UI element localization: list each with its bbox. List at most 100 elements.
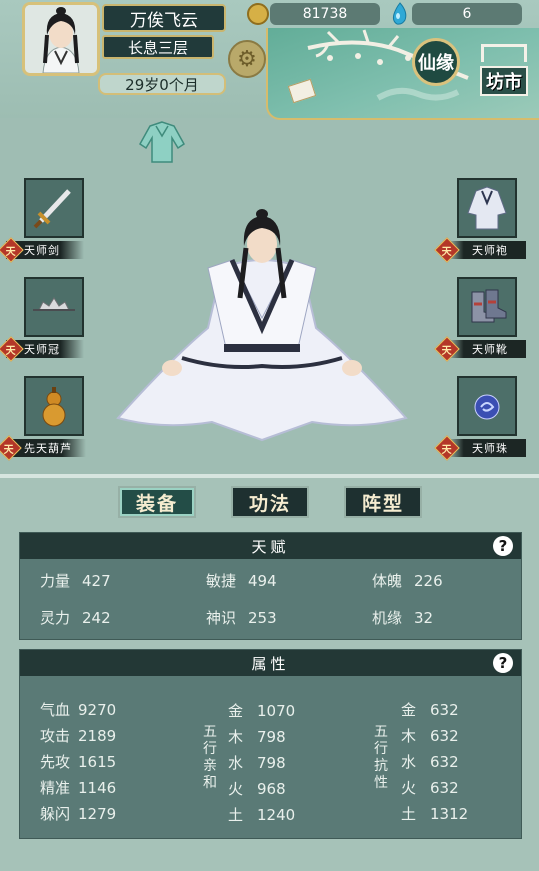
fashion-robe-icon[interactable] — [136, 118, 188, 164]
element-name: 火 — [228, 780, 244, 798]
equip-slot-gourd[interactable] — [24, 376, 84, 436]
resist-stat: 木 632 — [401, 725, 459, 746]
market-button[interactable]: 坊市 — [475, 44, 533, 96]
robe-icon — [467, 186, 507, 230]
element-name: 金 — [401, 701, 417, 719]
tab-formation[interactable]: 阵型 — [344, 486, 422, 518]
stat-value: 9270 — [78, 701, 117, 719]
equip-slot-weapon[interactable] — [24, 178, 84, 238]
element-name: 金 — [228, 702, 244, 720]
character-figure — [116, 209, 408, 442]
tab-equipment[interactable]: 装备 — [118, 486, 196, 518]
basic-stat: 攻击 2189 — [40, 725, 116, 746]
sword-icon — [33, 189, 71, 229]
stat-value: 1279 — [78, 805, 117, 823]
talent-stat: 力量 427 — [40, 570, 111, 591]
element-value: 1240 — [257, 806, 296, 824]
stat-value: 32 — [414, 609, 434, 627]
affinity-label: 五行亲和 — [203, 724, 217, 791]
gourd-icon — [42, 387, 66, 427]
attribute-title: 属性 — [251, 654, 290, 673]
stat-value: 1146 — [78, 779, 117, 797]
element-value: 1312 — [430, 805, 469, 823]
element-name: 水 — [401, 753, 417, 771]
resist-label: 五行抗性 — [374, 724, 388, 791]
badge-text: 天 — [6, 246, 16, 258]
player-name: 万俟飞云 — [102, 4, 226, 32]
stat-name: 攻击 — [40, 727, 71, 745]
stat-value: 2189 — [78, 727, 117, 745]
element-value: 632 — [430, 727, 459, 745]
element-value: 632 — [430, 779, 459, 797]
resist-stat: 土 1312 — [401, 803, 468, 824]
boots-icon — [471, 289, 507, 323]
market-roof-icon — [481, 44, 527, 62]
player-avatar[interactable] — [22, 2, 100, 76]
talent-stat: 神识 253 — [206, 607, 277, 628]
basic-stat: 气血 9270 — [40, 699, 116, 720]
equip-slot-crown[interactable] — [24, 277, 84, 337]
stat-name: 体魄 — [372, 572, 403, 590]
talent-stat: 体魄 226 — [372, 570, 443, 591]
element-name: 木 — [401, 727, 417, 745]
badge-text: 天 — [3, 444, 14, 456]
equip-slot-boots[interactable] — [457, 277, 517, 337]
element-value: 798 — [257, 754, 286, 772]
element-value: 798 — [257, 728, 286, 746]
talent-panel: 天赋 ? 力量 427 敏捷 494 体魄 226 灵力 242 神识 253 机缘 32 — [19, 532, 522, 640]
xianyuan-button[interactable]: 仙缘 — [412, 38, 460, 86]
attribute-help-icon[interactable]: ? — [493, 653, 513, 673]
basic-stat: 先攻 1615 — [40, 751, 116, 772]
badge-text: 天 — [442, 345, 452, 357]
stat-name: 机缘 — [372, 609, 403, 627]
stat-name: 气血 — [40, 701, 71, 719]
stat-value: 242 — [82, 609, 111, 627]
stat-name: 躲闪 — [40, 805, 71, 823]
stat-name: 精准 — [40, 779, 71, 797]
affinity-stat: 水 798 — [228, 752, 286, 773]
attribute-header: 属性 ? — [20, 650, 521, 676]
stat-value: 427 — [82, 572, 111, 590]
affinity-stat: 金 1070 — [228, 700, 295, 721]
stat-name: 灵力 — [40, 609, 71, 627]
basic-stat: 躲闪 1279 — [40, 803, 116, 824]
element-name: 土 — [228, 806, 244, 824]
player-age: 29岁0个月 — [98, 73, 226, 95]
cultivation-realm: 长息三层 — [102, 35, 214, 59]
talent-help-icon[interactable]: ? — [493, 536, 513, 556]
stat-name: 先攻 — [40, 753, 71, 771]
crown-icon — [33, 297, 75, 311]
affinity-stat: 土 1240 — [228, 804, 295, 825]
market-label: 坊市 — [480, 66, 528, 96]
settings-gear-icon[interactable]: ⚙ — [228, 40, 266, 78]
coin-count: 81738 — [270, 3, 380, 25]
stat-name: 敏捷 — [206, 572, 237, 590]
element-name: 土 — [401, 805, 417, 823]
orb-icon — [474, 394, 500, 420]
element-value: 632 — [430, 753, 459, 771]
affinity-stat: 火 968 — [228, 778, 286, 799]
stat-name: 神识 — [206, 609, 237, 627]
copper-coin-icon — [247, 3, 269, 25]
element-value: 1070 — [257, 702, 296, 720]
element-name: 木 — [228, 728, 244, 746]
resist-stat: 火 632 — [401, 777, 459, 798]
resist-stat: 金 632 — [401, 699, 459, 720]
equip-slot-orb[interactable] — [457, 376, 517, 436]
element-name: 水 — [228, 754, 244, 772]
avatar-portrait-icon — [25, 5, 97, 73]
stat-value: 226 — [414, 572, 443, 590]
tab-techniques[interactable]: 功法 — [231, 486, 309, 518]
element-value: 968 — [257, 780, 286, 798]
basic-stat: 精准 1146 — [40, 777, 116, 798]
badge-text: 天 — [442, 444, 452, 456]
gem-count: 6 — [412, 3, 522, 25]
element-name: 火 — [401, 779, 417, 797]
talent-header: 天赋 ? — [20, 533, 521, 559]
badge-text: 天 — [6, 345, 16, 357]
talent-stat: 机缘 32 — [372, 607, 433, 628]
stat-name: 力量 — [40, 572, 71, 590]
stat-value: 253 — [248, 609, 277, 627]
talent-stat: 灵力 242 — [40, 607, 111, 628]
equip-slot-robe[interactable] — [457, 178, 517, 238]
